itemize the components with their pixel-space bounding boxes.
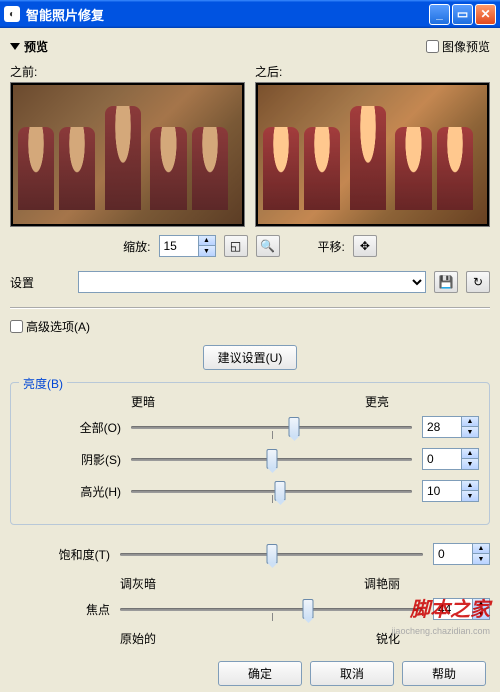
up-icon[interactable]: ▲ (462, 449, 478, 459)
before-image[interactable] (10, 82, 245, 227)
cancel-button[interactable]: 取消 (310, 661, 394, 686)
zoom-up-icon[interactable]: ▲ (199, 236, 215, 246)
save-settings-button[interactable]: 💾 (434, 271, 458, 293)
close-button[interactable]: ✕ (475, 4, 496, 25)
brightness-group: 亮度(B) 更暗 更亮 全部(O) ▲▼ 阴影(S) ▲▼ 高光(H) (10, 382, 490, 525)
collapse-icon[interactable] (10, 43, 20, 50)
saturation-spinner[interactable]: ▲▼ (433, 543, 490, 565)
zoom-label: 缩放: (123, 238, 150, 255)
zoom-spinner[interactable]: ▲▼ (159, 235, 216, 257)
brightness-spinner-0[interactable]: ▲▼ (422, 416, 479, 438)
brightness-row-label: 高光(H) (21, 483, 121, 500)
suggest-button[interactable]: 建议设置(U) (203, 345, 298, 370)
reset-settings-button[interactable]: ↻ (466, 271, 490, 293)
down-icon[interactable]: ▼ (462, 427, 478, 437)
magnifier-icon: 🔍 (260, 239, 275, 253)
image-preview-checkbox[interactable]: 图像预览 (426, 38, 490, 55)
up-icon[interactable]: ▲ (462, 417, 478, 427)
ok-button[interactable]: 确定 (218, 661, 302, 686)
fit-icon: ◱ (230, 239, 241, 253)
disk-icon: 💾 (439, 275, 454, 289)
brightness-slider-1[interactable] (131, 449, 412, 469)
settings-label: 设置 (10, 274, 70, 291)
app-icon: ◐ (4, 6, 20, 22)
brightness-row-label: 阴影(S) (21, 451, 121, 468)
preview-label: 预览 (24, 38, 48, 55)
zoom-100-button[interactable]: 🔍 (256, 235, 280, 257)
down-icon[interactable]: ▼ (462, 459, 478, 469)
gray-label: 调灰暗 (120, 575, 156, 592)
saturation-slider[interactable] (120, 544, 423, 564)
brightness-slider-0[interactable] (131, 417, 412, 437)
advanced-label: 高级选项(A) (26, 318, 90, 335)
refresh-icon: ↻ (473, 275, 483, 289)
brightness-input-0[interactable] (423, 417, 461, 437)
saturation-input[interactable] (434, 544, 472, 564)
brightness-input-2[interactable] (423, 481, 461, 501)
window-title: 智能照片修复 (26, 5, 429, 24)
darker-label: 更暗 (131, 393, 155, 410)
focus-label: 焦点 (10, 601, 110, 618)
after-label: 之后: (255, 63, 490, 80)
title-bar: ◐ 智能照片修复 _ ▭ ✕ (0, 0, 500, 28)
down-icon[interactable]: ▼ (473, 554, 489, 564)
brightness-input-1[interactable] (423, 449, 461, 469)
watermark: 脚本之家 (410, 593, 490, 622)
pan-icon: ✥ (360, 239, 370, 253)
focus-slider[interactable] (120, 599, 423, 619)
help-button[interactable]: 帮助 (402, 661, 486, 686)
maximize-button[interactable]: ▭ (452, 4, 473, 25)
watermark-url: jiaocheng.chazidian.com (391, 626, 490, 636)
vivid-label: 调艳丽 (364, 575, 400, 592)
brightness-spinner-2[interactable]: ▲▼ (422, 480, 479, 502)
before-label: 之前: (10, 63, 245, 80)
zoom-input[interactable] (160, 236, 198, 256)
saturation-label: 饱和度(T) (10, 546, 110, 563)
image-preview-check-input[interactable] (426, 40, 439, 53)
preview-header: 预览 图像预览 (10, 34, 490, 59)
fit-window-button[interactable]: ◱ (224, 235, 248, 257)
original-label: 原始的 (120, 630, 156, 647)
brightness-row-label: 全部(O) (21, 419, 121, 436)
image-preview-label: 图像预览 (442, 38, 490, 55)
minimize-button[interactable]: _ (429, 4, 450, 25)
after-image[interactable] (255, 82, 490, 227)
separator (10, 307, 490, 308)
up-icon[interactable]: ▲ (473, 544, 489, 554)
window-controls: _ ▭ ✕ (429, 4, 496, 25)
settings-select[interactable] (78, 271, 426, 293)
zoom-down-icon[interactable]: ▼ (199, 246, 215, 256)
advanced-checkbox[interactable]: 高级选项(A) (10, 318, 490, 335)
pan-label: 平移: (318, 238, 345, 255)
up-icon[interactable]: ▲ (462, 481, 478, 491)
brightness-spinner-1[interactable]: ▲▼ (422, 448, 479, 470)
down-icon[interactable]: ▼ (462, 491, 478, 501)
brightness-slider-2[interactable] (131, 481, 412, 501)
brightness-title: 亮度(B) (19, 375, 67, 392)
advanced-check-input[interactable] (10, 320, 23, 333)
pan-button[interactable]: ✥ (353, 235, 377, 257)
brighter-label: 更亮 (365, 393, 389, 410)
